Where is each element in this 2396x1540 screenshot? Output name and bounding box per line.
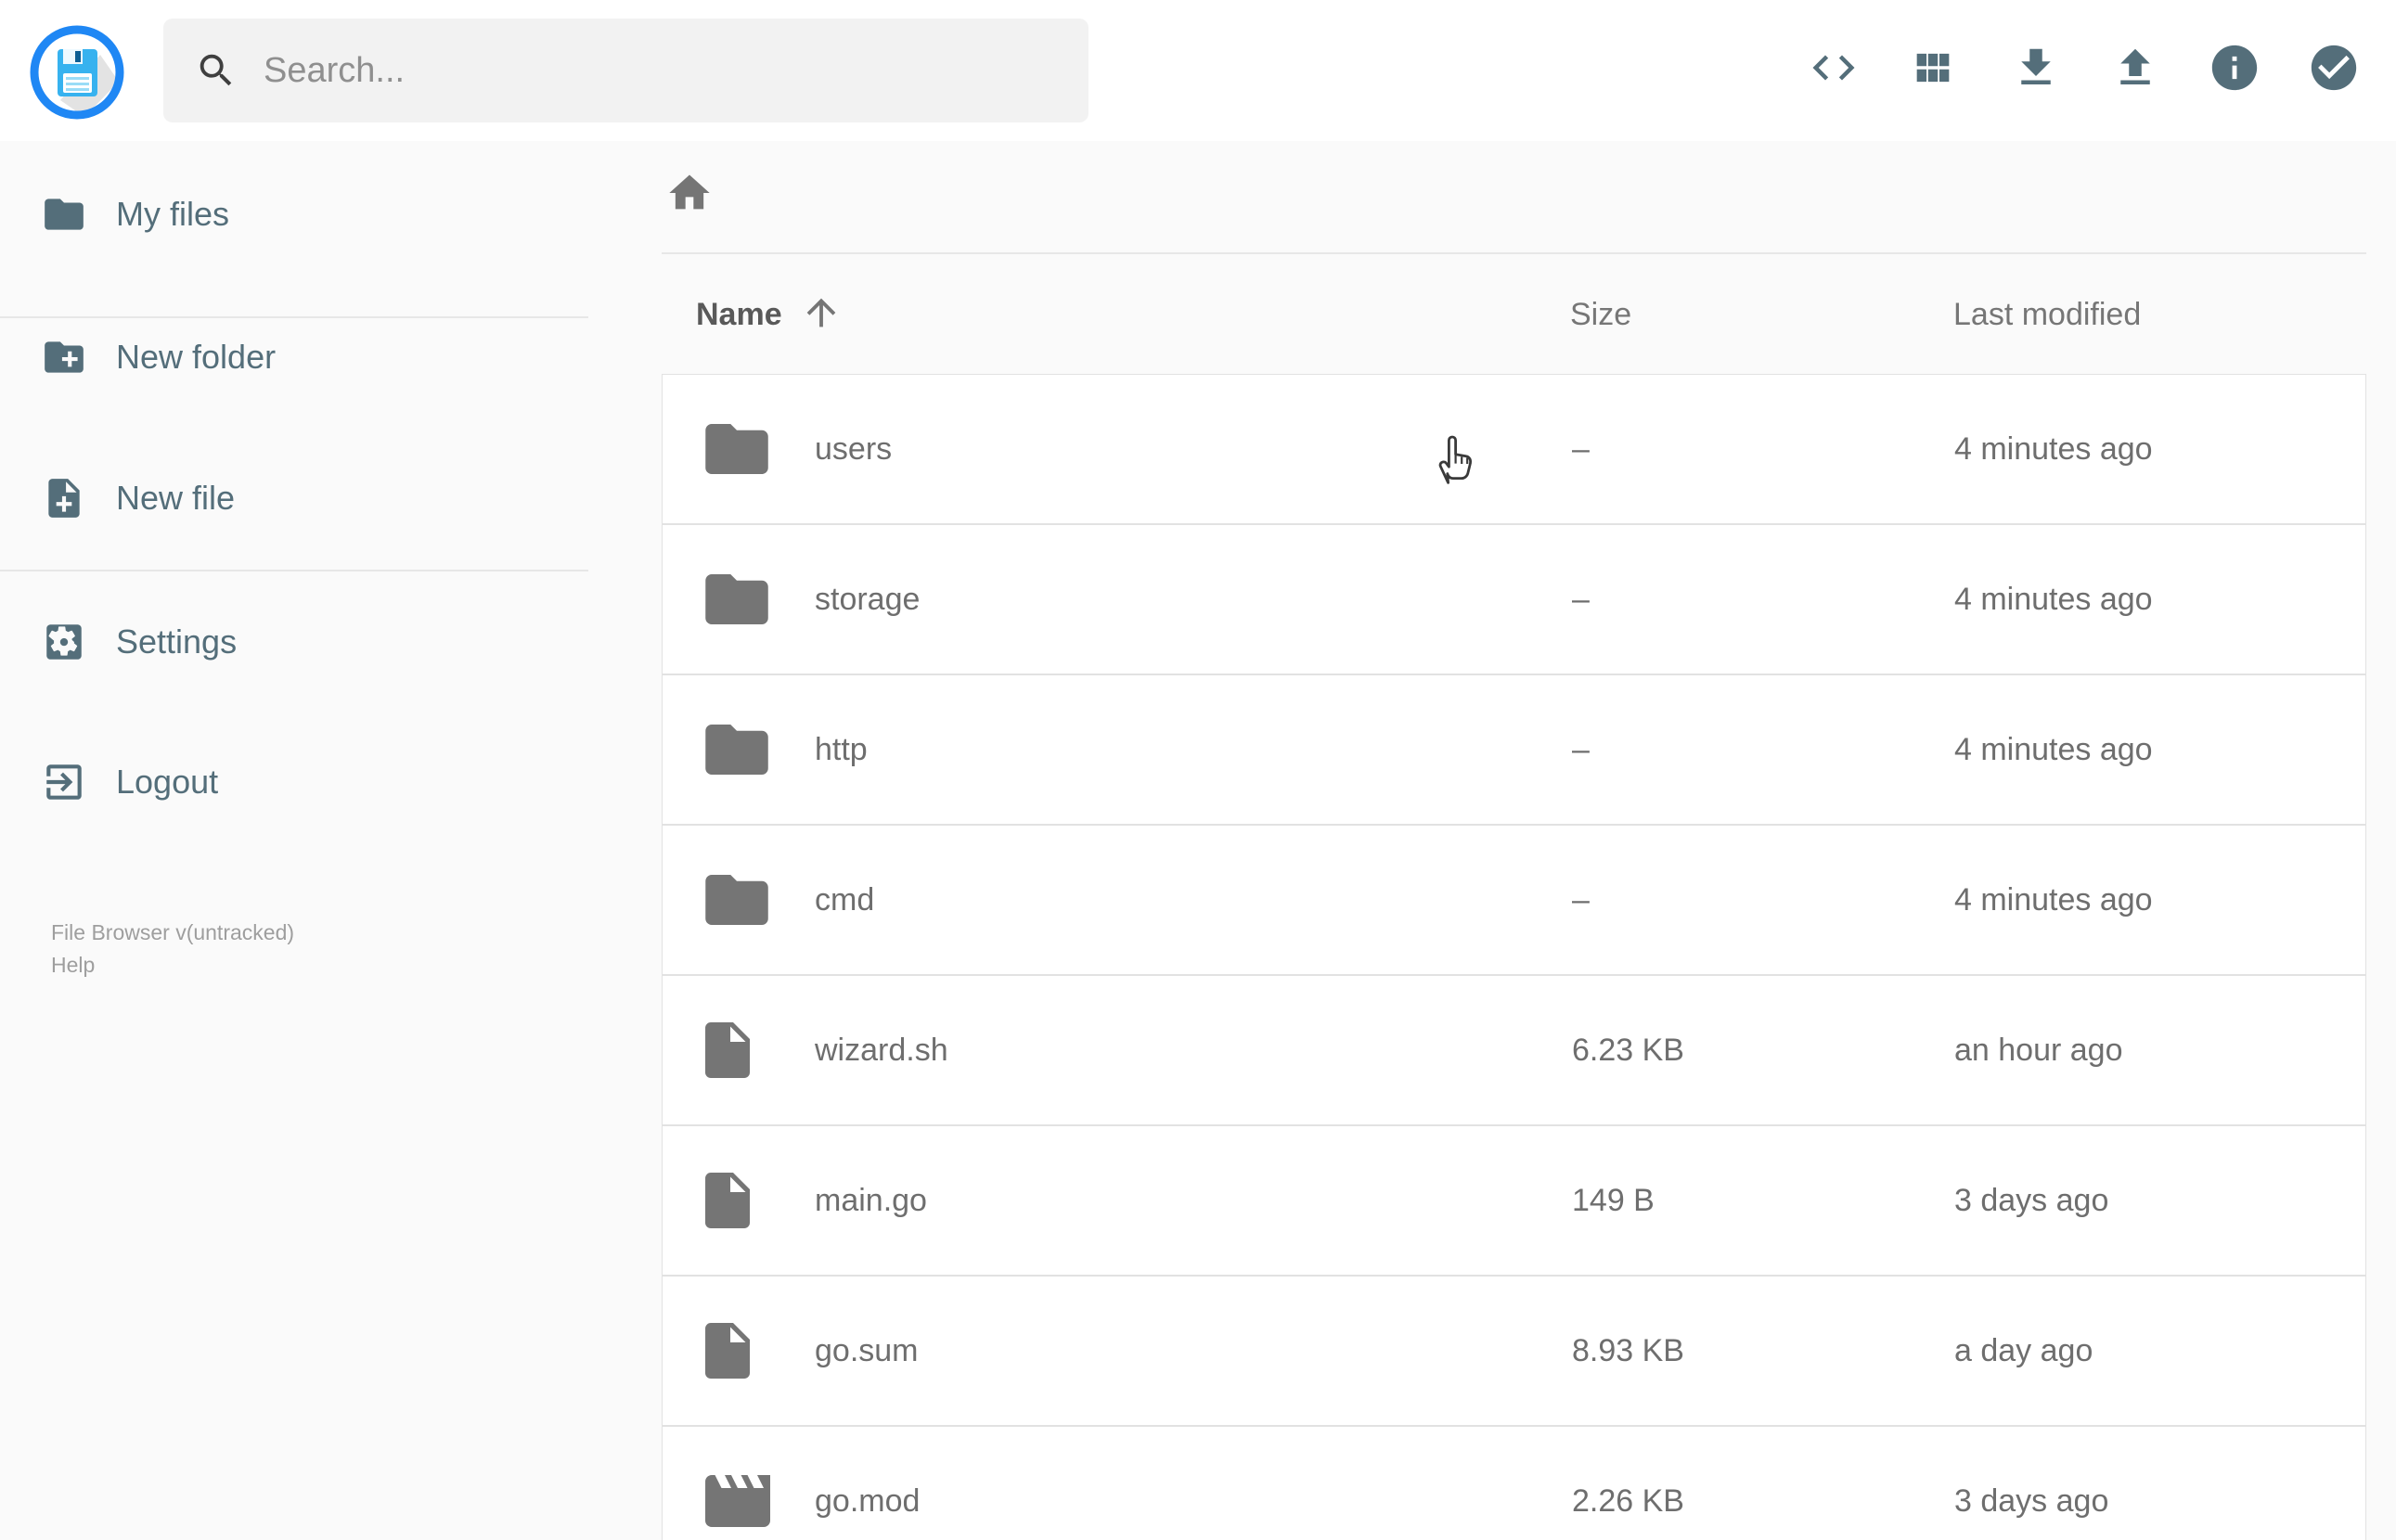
breadcrumb-home-button[interactable]: [664, 169, 715, 219]
toggle-shell-button[interactable]: [1801, 35, 1866, 100]
column-header-name[interactable]: Name: [696, 297, 782, 333]
code-icon: [1812, 55, 1855, 81]
file-modified: a day ago: [1954, 1332, 2093, 1368]
file-name: wizard.sh: [815, 1032, 948, 1068]
app-logo[interactable]: [29, 24, 125, 121]
app-version-label: File Browser v(untracked): [51, 920, 295, 944]
new-folder-icon: [45, 341, 84, 373]
info-button[interactable]: [2202, 35, 2267, 100]
sidebar-credits: File Browser v(untracked) Help: [51, 917, 294, 982]
file-modified: an hour ago: [1954, 1032, 2123, 1068]
settings-icon: [46, 624, 82, 660]
sidebar-item-label: Logout: [116, 763, 219, 801]
file-size: 2.26 KB: [1572, 1482, 1684, 1519]
floppy-logo-icon: [30, 25, 124, 120]
file-icon: [705, 1173, 750, 1228]
column-header-modified[interactable]: Last modified: [1953, 297, 2141, 333]
switch-view-button[interactable]: [1900, 35, 1965, 100]
home-icon: [669, 174, 710, 210]
sidebar-item-my-files[interactable]: My files: [0, 173, 588, 256]
help-link[interactable]: Help: [51, 949, 294, 982]
file-size: –: [1572, 731, 1590, 767]
sidebar-item-logout[interactable]: Logout: [0, 740, 588, 824]
file-name: users: [815, 430, 893, 467]
upload-icon: [2120, 48, 2150, 84]
file-size: 6.23 KB: [1572, 1032, 1684, 1068]
folder-icon: [45, 199, 84, 230]
check-circle-icon: [2311, 45, 2357, 91]
sidebar-item-label: New file: [116, 479, 236, 517]
file-size: 149 B: [1572, 1182, 1655, 1218]
download-button[interactable]: [2003, 35, 2068, 100]
sidebar-divider: [0, 570, 588, 571]
search-input[interactable]: [264, 50, 1024, 91]
sidebar-item-label: New folder: [116, 338, 277, 376]
top-bar: [0, 0, 2396, 141]
select-multiple-button[interactable]: [2301, 35, 2366, 100]
search-bar: [163, 19, 1089, 122]
file-name: main.go: [815, 1182, 927, 1218]
file-size: –: [1572, 881, 1590, 918]
table-row[interactable]: users – 4 minutes ago: [662, 374, 2366, 524]
file-modified: 4 minutes ago: [1954, 581, 2153, 617]
search-icon: [200, 54, 232, 86]
table-row[interactable]: go.mod 2.26 KB 3 days ago: [662, 1426, 2366, 1540]
folder-icon: [705, 424, 768, 474]
file-name: storage: [815, 581, 921, 617]
file-size: –: [1572, 581, 1590, 617]
file-name: http: [815, 731, 868, 767]
file-icon: [705, 1022, 750, 1078]
file-name: go.mod: [815, 1482, 921, 1519]
file-size: 8.93 KB: [1572, 1332, 1684, 1368]
file-browser-app: My files New folder New file Settings Lo…: [0, 0, 2396, 1540]
logout-icon: [46, 764, 82, 800]
file-modified: 4 minutes ago: [1954, 881, 2153, 918]
table-row[interactable]: wizard.sh 6.23 KB an hour ago: [662, 975, 2366, 1125]
table-row[interactable]: storage – 4 minutes ago: [662, 524, 2366, 674]
divider: [662, 252, 2366, 254]
info-icon: [2211, 45, 2258, 91]
download-icon: [2021, 48, 2051, 84]
table-row[interactable]: cmd – 4 minutes ago: [662, 825, 2366, 975]
sidebar-item-new-file[interactable]: New file: [0, 456, 588, 540]
file-name: go.sum: [815, 1332, 919, 1368]
movie-icon: [705, 1475, 770, 1527]
new-file-icon: [48, 479, 80, 518]
sidebar-item-new-folder[interactable]: New folder: [0, 315, 588, 399]
file-name: cmd: [815, 881, 875, 918]
grid-view-icon: [1916, 53, 1950, 83]
table-row[interactable]: http – 4 minutes ago: [662, 674, 2366, 825]
sidebar-item-label: My files: [116, 195, 230, 233]
file-modified: 3 days ago: [1954, 1482, 2109, 1519]
file-icon: [705, 1323, 750, 1379]
folder-icon: [705, 574, 768, 624]
file-size: –: [1572, 430, 1590, 467]
sidebar-item-label: Settings: [116, 622, 238, 661]
file-modified: 4 minutes ago: [1954, 430, 2153, 467]
folder-icon: [705, 875, 768, 925]
column-header-size[interactable]: Size: [1570, 297, 1631, 333]
table-row[interactable]: main.go 149 B 3 days ago: [662, 1125, 2366, 1276]
table-row[interactable]: go.sum 8.93 KB a day ago: [662, 1276, 2366, 1426]
file-listing: users – 4 minutes ago storage – 4 minute…: [662, 374, 2366, 1540]
file-modified: 4 minutes ago: [1954, 731, 2153, 767]
sort-ascending-icon[interactable]: [800, 291, 843, 339]
upload-button[interactable]: [2103, 35, 2168, 100]
folder-icon: [705, 725, 768, 775]
file-modified: 3 days ago: [1954, 1182, 2109, 1218]
sidebar-item-settings[interactable]: Settings: [0, 600, 588, 684]
